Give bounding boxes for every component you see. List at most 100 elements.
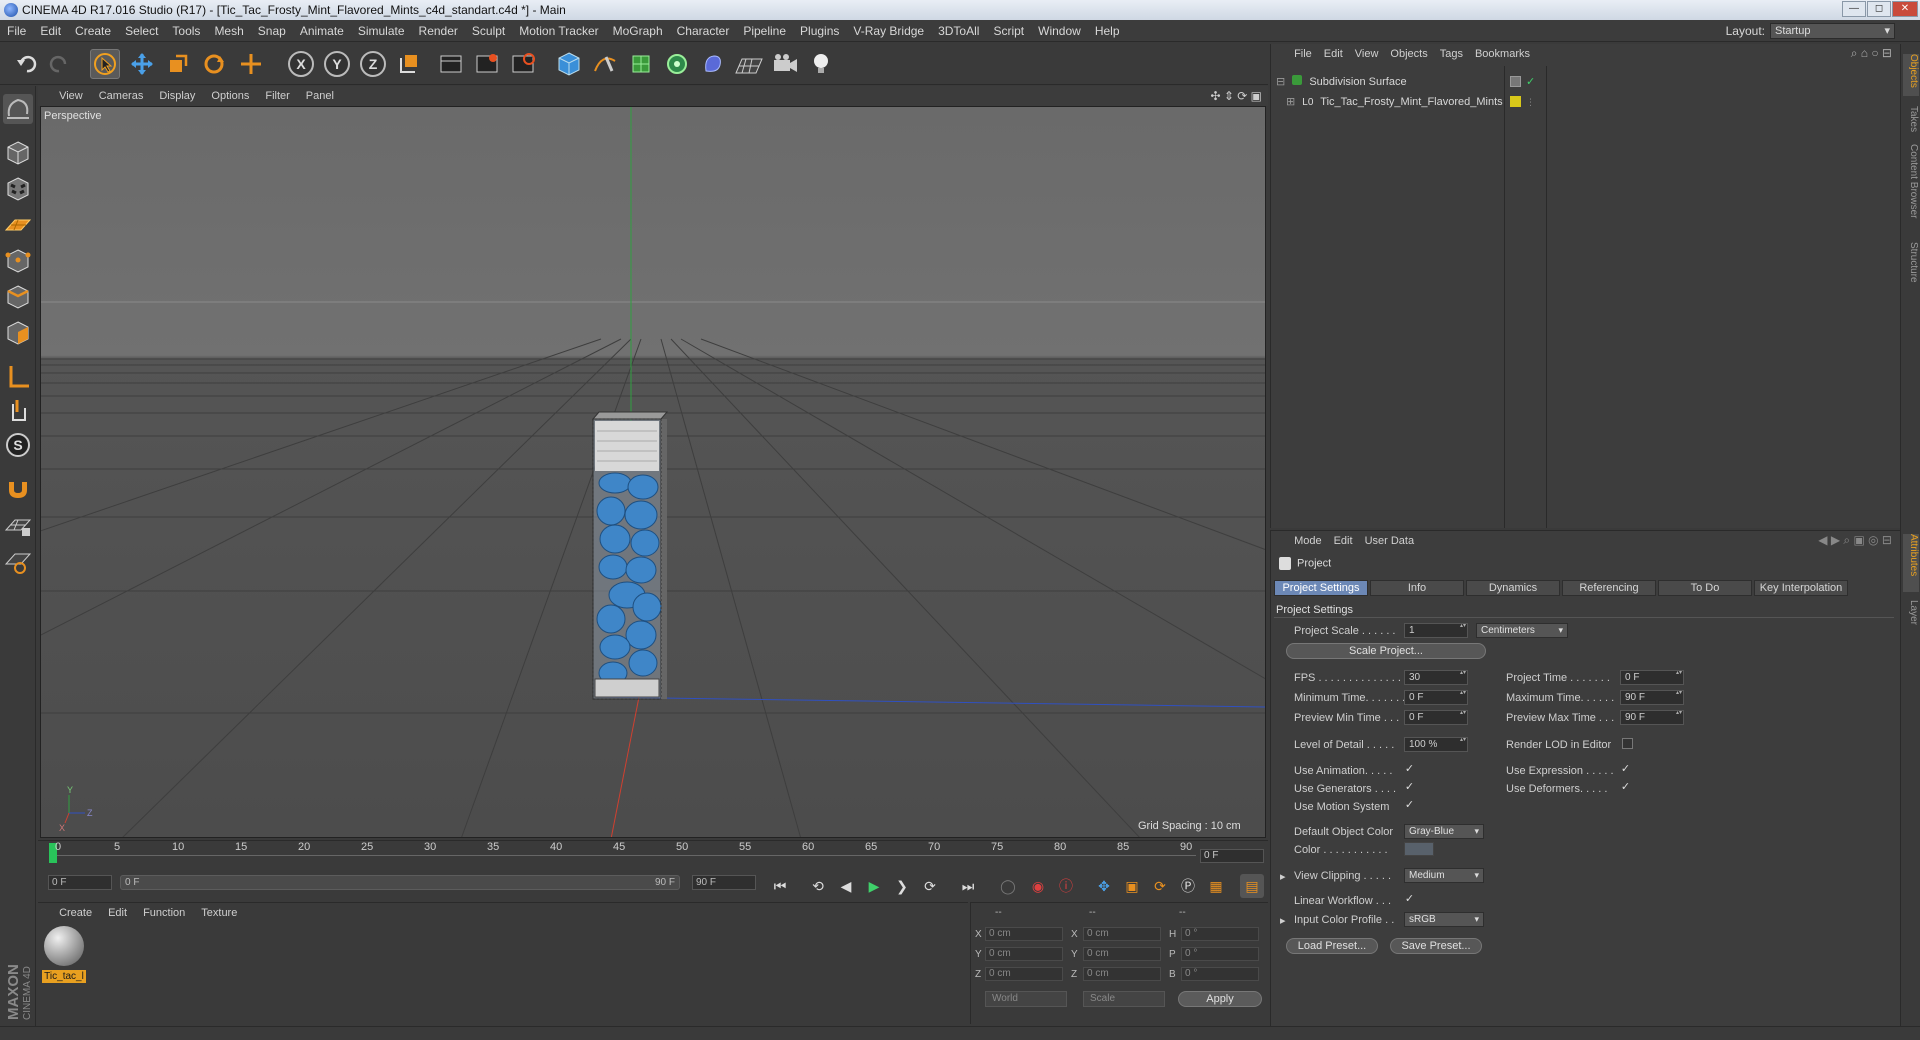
- parameter-key-icon[interactable]: Ⓟ: [1176, 874, 1200, 898]
- visibility-dots-icon[interactable]: ⋮: [1526, 94, 1535, 110]
- menu-mograph[interactable]: MoGraph: [606, 20, 670, 42]
- viewport-menu-options[interactable]: Options: [203, 86, 257, 106]
- expand-minus-icon[interactable]: ⊟: [1276, 76, 1285, 88]
- pen-spline-icon[interactable]: [590, 49, 620, 79]
- menu-sculpt[interactable]: Sculpt: [465, 20, 512, 42]
- save-preset-button[interactable]: Save Preset...: [1390, 938, 1482, 954]
- render-picture-viewer-icon[interactable]: [472, 49, 502, 79]
- layout-select[interactable]: Startup ▾: [1770, 23, 1895, 39]
- side-tab-objects[interactable]: Objects: [1903, 54, 1919, 96]
- cube-icon[interactable]: [554, 49, 584, 79]
- preview-max-field[interactable]: 90 F: [1620, 710, 1684, 725]
- menu-motion-tracker[interactable]: Motion Tracker: [512, 20, 605, 42]
- position-x-field[interactable]: 0 cm: [985, 927, 1063, 941]
- am-header-icons[interactable]: ◀ ▶ ⌕ ▣ ◎ ⊟: [1818, 533, 1892, 548]
- coordinate-mode-select[interactable]: World: [985, 991, 1067, 1007]
- pla-key-icon[interactable]: ▦: [1204, 874, 1228, 898]
- size-x-field[interactable]: 0 cm: [1083, 927, 1161, 941]
- use-deformers-checkbox[interactable]: ✓: [1620, 782, 1631, 793]
- scale-project-button[interactable]: Scale Project...: [1286, 643, 1486, 659]
- expand-plus-icon[interactable]: ⊞: [1286, 96, 1295, 108]
- tab-key-interpolation[interactable]: Key Interpolation: [1754, 580, 1848, 596]
- tab-dynamics[interactable]: Dynamics: [1466, 580, 1560, 596]
- layer-tag-icon[interactable]: [1510, 76, 1521, 87]
- project-scale-field[interactable]: 1: [1404, 623, 1468, 638]
- side-tab-structure[interactable]: Structure: [1903, 242, 1919, 292]
- material-preview-ball[interactable]: [44, 926, 84, 966]
- current-frame-field[interactable]: 0 F: [1200, 849, 1264, 863]
- input-profile-select[interactable]: sRGB: [1404, 912, 1484, 927]
- menu-help[interactable]: Help: [1088, 20, 1127, 42]
- am-menu-user-data[interactable]: User Data: [1359, 531, 1421, 551]
- 3d-viewport[interactable]: Y Z X: [40, 106, 1266, 838]
- material-menu-edit[interactable]: Edit: [100, 903, 135, 923]
- previous-key-icon[interactable]: ⟲: [806, 874, 830, 898]
- last-tool-icon[interactable]: [236, 49, 266, 79]
- use-generators-checkbox[interactable]: ✓: [1404, 782, 1415, 793]
- menu-character[interactable]: Character: [670, 20, 737, 42]
- min-time-field[interactable]: 0 F: [1404, 690, 1468, 705]
- move-icon[interactable]: [127, 49, 157, 79]
- linear-workflow-checkbox[interactable]: ✓: [1404, 894, 1415, 905]
- menu-mesh[interactable]: Mesh: [207, 20, 250, 42]
- apply-button[interactable]: Apply: [1178, 991, 1262, 1007]
- frame-range-slider[interactable]: 0 F 90 F: [120, 875, 680, 890]
- side-tab-takes[interactable]: Takes: [1903, 106, 1919, 138]
- menu-simulate[interactable]: Simulate: [351, 20, 412, 42]
- om-menu-bookmarks[interactable]: Bookmarks: [1469, 44, 1536, 64]
- rotate-icon[interactable]: [199, 49, 229, 79]
- project-time-field[interactable]: 0 F: [1620, 670, 1684, 685]
- tab-project-settings[interactable]: Project Settings: [1274, 580, 1368, 596]
- menu-select[interactable]: Select: [118, 20, 165, 42]
- move-key-icon[interactable]: ✥: [1092, 874, 1116, 898]
- go-to-end-icon[interactable]: ⏭: [956, 874, 980, 898]
- play-icon[interactable]: ▶: [862, 874, 886, 898]
- workplane-icon[interactable]: [3, 210, 33, 240]
- material-tag-icon[interactable]: [1510, 96, 1521, 107]
- load-preset-button[interactable]: Load Preset...: [1286, 938, 1378, 954]
- am-menu-mode[interactable]: Mode: [1288, 531, 1328, 551]
- grid-snap-icon[interactable]: [3, 546, 33, 576]
- undo-icon[interactable]: [12, 49, 42, 79]
- preview-min-field[interactable]: 0 F: [1404, 710, 1468, 725]
- size-mode-select[interactable]: Scale: [1083, 991, 1165, 1007]
- material-menu-texture[interactable]: Texture: [193, 903, 245, 923]
- use-motion-checkbox[interactable]: ✓: [1404, 800, 1415, 811]
- timeline-ruler[interactable]: 0 5 10 15 20 25 30 35 40 45 50 55 60 65 …: [38, 840, 1268, 864]
- viewport-menu-view[interactable]: View: [51, 86, 91, 106]
- om-menu-edit[interactable]: Edit: [1318, 44, 1349, 64]
- expand-arrow-icon[interactable]: ▸: [1280, 870, 1286, 883]
- position-z-field[interactable]: 0 cm: [985, 967, 1063, 981]
- menu-tools[interactable]: Tools: [165, 20, 207, 42]
- make-editable-icon[interactable]: [3, 94, 33, 124]
- enable-axis-icon[interactable]: [3, 362, 33, 392]
- side-tab-layer[interactable]: Layer: [1903, 600, 1919, 636]
- viewport-menu-cameras[interactable]: Cameras: [91, 86, 152, 106]
- menu-file[interactable]: File: [0, 20, 33, 42]
- color-swatch[interactable]: [1404, 842, 1434, 856]
- material-menu-create[interactable]: Create: [51, 903, 100, 923]
- play-backwards-icon[interactable]: ◀: [834, 874, 858, 898]
- redo-icon[interactable]: [44, 49, 74, 79]
- view-clipping-select[interactable]: Medium: [1404, 868, 1484, 883]
- coordinate-system-icon[interactable]: [394, 49, 424, 79]
- menu-window[interactable]: Window: [1031, 20, 1088, 42]
- deformer-icon[interactable]: [698, 49, 728, 79]
- z-axis-lock-icon[interactable]: Z: [358, 49, 388, 79]
- x-axis-lock-icon[interactable]: X: [286, 49, 316, 79]
- viewport-menu-display[interactable]: Display: [151, 86, 203, 106]
- menu-create[interactable]: Create: [68, 20, 118, 42]
- am-menu-edit[interactable]: Edit: [1328, 531, 1359, 551]
- object-row-tictac[interactable]: ⊞ L0 Tic_Tac_Frosty_Mint_Flavored_Mints …: [1286, 94, 1866, 110]
- edges-mode-icon[interactable]: [3, 282, 33, 312]
- material-menu-function[interactable]: Function: [135, 903, 193, 923]
- use-expression-checkbox[interactable]: ✓: [1620, 764, 1631, 775]
- tab-info[interactable]: Info: [1370, 580, 1464, 596]
- maximize-icon[interactable]: ◻: [1867, 1, 1891, 17]
- side-tab-attributes[interactable]: Attributes: [1903, 534, 1919, 592]
- y-axis-lock-icon[interactable]: Y: [322, 49, 352, 79]
- autokey-icon[interactable]: ◯: [996, 874, 1020, 898]
- play-forwards-icon[interactable]: ❯: [890, 874, 914, 898]
- use-animation-checkbox[interactable]: ✓: [1404, 764, 1415, 775]
- enabled-check-icon[interactable]: ✓: [1526, 74, 1535, 90]
